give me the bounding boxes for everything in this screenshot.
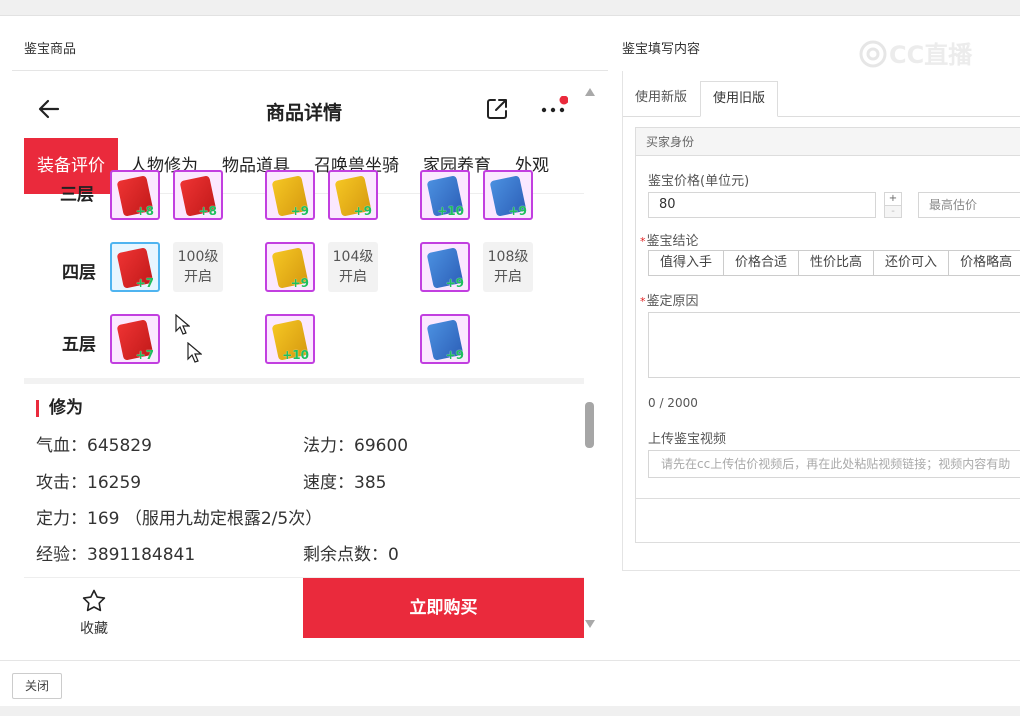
conclusion-option[interactable]: 性价比高 xyxy=(799,251,875,275)
form-panel: 买家身份 鉴宝价格(单位元) 80 + - 最高估价 *鉴宝结论 值得入手 价格… xyxy=(635,127,1020,543)
rune-item[interactable]: +9 xyxy=(420,242,470,292)
layer-label: 三层 xyxy=(60,185,94,205)
nav-bar: 商品详情 xyxy=(24,82,584,138)
bottom-action-bar: 收藏 立即购买 xyxy=(24,577,584,639)
rune-item[interactable]: +8 xyxy=(110,170,160,220)
tab-new-version[interactable]: 使用新版 xyxy=(623,81,699,117)
left-panel-header: 鉴宝商品 xyxy=(12,16,608,71)
max-estimate-input[interactable]: 最高估价 xyxy=(918,192,1020,218)
stepper-minus[interactable]: - xyxy=(885,205,901,217)
scrollbar-thumb[interactable] xyxy=(585,402,594,448)
conclusion-option[interactable]: 还价可入 xyxy=(874,251,950,275)
right-panel-title: 鉴宝填写内容 xyxy=(622,42,701,57)
section-divider xyxy=(24,378,584,384)
video-link-input[interactable]: 请先在cc上传估价视频后，再在此处粘贴视频链接；视频内容有助 xyxy=(648,450,1020,478)
window-top-bar xyxy=(0,0,1020,16)
stat-dingli: 定力：169 （服用九劫定根露2/5次） xyxy=(36,509,323,529)
reason-textarea[interactable] xyxy=(648,312,1020,378)
watermark-text: CC直播 xyxy=(889,41,973,69)
rune-item[interactable]: +9 xyxy=(265,242,315,292)
left-panel-title: 鉴宝商品 xyxy=(24,42,77,57)
rune-item[interactable]: +10 xyxy=(265,314,315,364)
price-input[interactable]: 80 xyxy=(648,192,876,218)
locked-slot: 100级 开启 xyxy=(173,242,223,292)
tab-old-version[interactable]: 使用旧版 xyxy=(700,81,779,117)
rune-item[interactable]: +7 xyxy=(110,314,160,364)
product-detail-panel: 商品详情 装备评价 人物修为 物品道具 召唤兽坐骑 家园养育 外观 三层 +8 … xyxy=(24,82,584,642)
scroll-up-arrow-icon[interactable] xyxy=(585,88,595,96)
price-stepper[interactable]: + - xyxy=(884,192,902,218)
rune-item[interactable]: +9 xyxy=(328,170,378,220)
mouse-cursor-icon xyxy=(187,342,202,363)
panel-divider xyxy=(636,498,1020,499)
locked-slot: 108级 开启 xyxy=(483,242,533,292)
conclusion-option[interactable]: 价格略高 xyxy=(949,251,1020,275)
rune-item[interactable]: +9 xyxy=(420,314,470,364)
price-label: 鉴宝价格(单位元) xyxy=(648,174,750,189)
rune-item[interactable]: +10 xyxy=(420,170,470,220)
buy-now-button[interactable]: 立即购买 xyxy=(303,578,584,638)
char-counter: 0 / 2000 xyxy=(648,396,698,410)
phone-scrollbar[interactable] xyxy=(584,82,596,638)
conclusion-label: *鉴宝结论 xyxy=(640,234,699,249)
stat-sudu: 速度：385 xyxy=(303,473,387,493)
conclusion-option[interactable]: 价格合适 xyxy=(724,251,800,275)
form-version-tabs: 使用新版 使用旧版 xyxy=(623,81,1020,117)
mouse-cursor-icon xyxy=(175,314,190,335)
rune-item[interactable]: +9 xyxy=(265,170,315,220)
cc-watermark-logo: CC直播 xyxy=(859,40,973,69)
conclusion-option[interactable]: 值得入手 xyxy=(649,251,725,275)
stepper-plus[interactable]: + xyxy=(885,193,901,205)
layer-label: 五层 xyxy=(62,335,96,355)
favorite-button[interactable]: 收藏 xyxy=(64,588,124,638)
rune-item[interactable]: +7 xyxy=(110,242,160,292)
conclusion-options: 值得入手 价格合适 性价比高 还价可入 价格略高 xyxy=(648,250,1020,276)
scroll-down-arrow-icon[interactable] xyxy=(585,620,595,628)
stat-qixue: 气血：645829 xyxy=(36,436,152,456)
equipment-layer-grid: 三层 +8 +8 +9 +9 +10 +9 四层 +7 100级 开启 +9 10… xyxy=(24,170,584,380)
stat-shengyu: 剩余点数：0 xyxy=(303,545,399,565)
window-bottom-bar xyxy=(0,706,1020,716)
star-icon xyxy=(82,589,106,612)
stat-fali: 法力：69600 xyxy=(303,436,409,456)
locked-slot: 104级 开启 xyxy=(328,242,378,292)
stat-gongji: 攻击：16259 xyxy=(36,473,142,493)
reason-label: *鉴定原因 xyxy=(640,294,699,309)
stat-jingyan: 经验：3891184841 xyxy=(36,545,196,565)
video-label: 上传鉴宝视频 xyxy=(648,432,727,447)
xiuwei-section-title: 修为 xyxy=(36,400,83,417)
rune-item[interactable]: +9 xyxy=(483,170,533,220)
appraisal-form: 使用新版 使用旧版 买家身份 鉴宝价格(单位元) 80 + - 最高估价 *鉴宝… xyxy=(622,71,1020,571)
share-icon[interactable] xyxy=(484,96,510,122)
close-button[interactable]: 关闭 xyxy=(12,673,62,699)
layer-label: 四层 xyxy=(62,263,96,283)
rune-item[interactable]: +8 xyxy=(173,170,223,220)
notification-dot xyxy=(559,96,568,105)
more-options-icon[interactable] xyxy=(538,96,568,122)
favorite-label: 收藏 xyxy=(80,621,108,637)
buyer-identity-header: 买家身份 xyxy=(636,128,1020,156)
